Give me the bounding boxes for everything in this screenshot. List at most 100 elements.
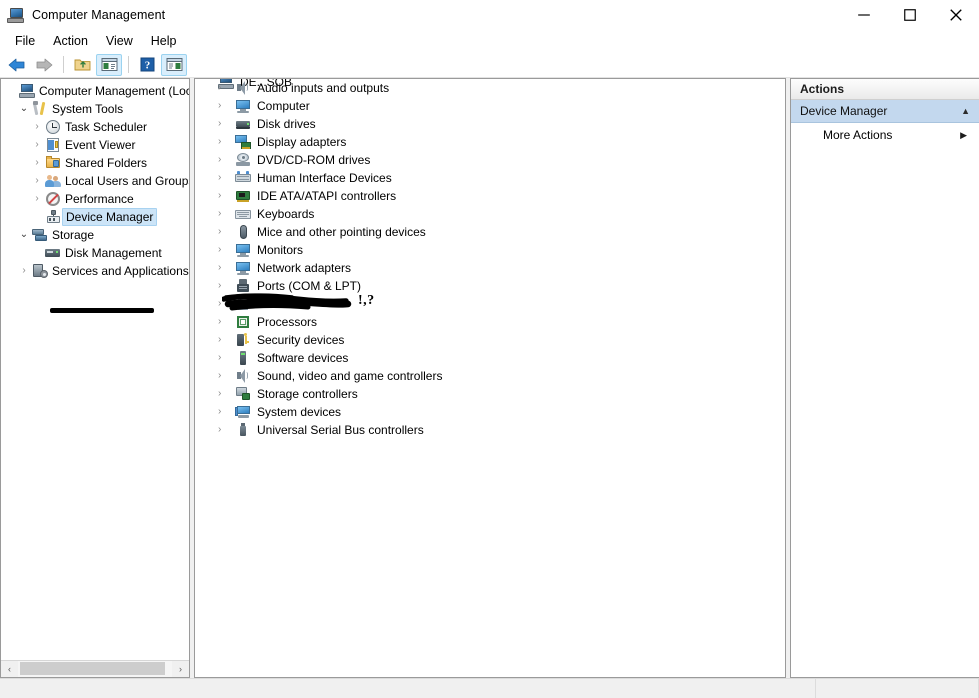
chevron-right-icon[interactable]: › xyxy=(218,83,235,93)
device-category-processors-label: Processors xyxy=(257,315,318,329)
device-category-universal-serial-bus-controllers[interactable]: › Universal Serial Bus controllers xyxy=(195,421,785,439)
device-category-mice-and-other-pointing-devices[interactable]: › Mice and other pointing devices xyxy=(195,223,785,241)
chevron-right-icon[interactable]: › xyxy=(218,245,235,255)
device-category-sound-video-and-game-controllers[interactable]: › Sound, video and game controllers xyxy=(195,367,785,385)
toolbar-separator xyxy=(63,56,64,73)
storage-controller-icon xyxy=(235,386,251,402)
sidebar-item-services-and-applications[interactable]: › Services and Applications xyxy=(1,262,189,280)
chevron-right-icon[interactable]: ▶ xyxy=(960,130,967,141)
help-button[interactable]: ? xyxy=(134,54,160,76)
device-category-system-devices[interactable]: › System devices xyxy=(195,403,785,421)
chevron-right-icon[interactable]: › xyxy=(218,101,235,111)
device-category-human-interface-devices[interactable]: › Human Interface Devices xyxy=(195,169,785,187)
device-category-storage-controllers[interactable]: › Storage controllers xyxy=(195,385,785,403)
chevron-right-icon[interactable]: › xyxy=(218,299,235,309)
chevron-right-icon[interactable]: › xyxy=(29,122,45,132)
sidebar-item-device-manager[interactable]: Device Manager xyxy=(1,208,189,226)
chevron-right-icon[interactable]: › xyxy=(218,335,235,345)
chevron-right-icon[interactable]: › xyxy=(218,173,235,183)
device-category-dvd-cd-rom-drives[interactable]: › DVD/CD-ROM drives xyxy=(195,151,785,169)
device-category-audio-inputs-and-outputs[interactable]: › Audio inputs and outputs xyxy=(195,79,785,97)
sidebar-item-system-tools[interactable]: ⌄ System Tools xyxy=(1,100,189,118)
console-tree-icon xyxy=(101,58,117,71)
back-button[interactable] xyxy=(4,54,30,76)
device-category-processors[interactable]: › Processors xyxy=(195,313,785,331)
chevron-right-icon[interactable]: › xyxy=(218,263,235,273)
monitor-icon xyxy=(235,260,251,276)
menu-help[interactable]: Help xyxy=(142,32,186,50)
chevron-right-icon[interactable]: › xyxy=(218,425,235,435)
chevron-right-icon[interactable]: › xyxy=(29,140,45,150)
sidebar-item-disk-management[interactable]: Disk Management xyxy=(1,244,189,262)
chevron-right-icon[interactable]: › xyxy=(218,191,235,201)
chevron-up-icon[interactable]: ▲ xyxy=(961,106,970,116)
sidebar-item-event-viewer-label: Event Viewer xyxy=(65,138,136,152)
action-more-actions-label: More Actions xyxy=(823,128,893,142)
sidebar-item-computer-management[interactable]: Computer Management (Local xyxy=(1,82,189,100)
chevron-right-icon[interactable]: › xyxy=(29,176,45,186)
device-category-list[interactable]: › Audio inputs and outputs › Computer › Disk … xyxy=(195,79,785,439)
toolbar: ? xyxy=(0,52,979,78)
action-more-actions[interactable]: More Actions ▶ xyxy=(791,123,979,147)
chevron-right-icon[interactable]: › xyxy=(218,281,235,291)
menu-view[interactable]: View xyxy=(97,32,142,50)
chevron-down-icon[interactable]: ⌄ xyxy=(16,230,32,240)
device-category-network-adapters[interactable]: › Network adapters xyxy=(195,259,785,277)
chevron-right-icon[interactable]: › xyxy=(218,227,235,237)
scroll-left-arrow[interactable]: ‹ xyxy=(1,661,18,677)
minimize-button[interactable] xyxy=(841,0,887,30)
chevron-right-icon[interactable]: › xyxy=(218,407,235,417)
forward-button[interactable] xyxy=(31,54,57,76)
maximize-button[interactable] xyxy=(887,0,933,30)
chevron-right-icon[interactable]: › xyxy=(218,371,235,381)
device-category-keyboards[interactable]: › Keyboards xyxy=(195,205,785,223)
sidebar-item-services-and-applications-label: Services and Applications xyxy=(52,264,189,278)
chevron-right-icon[interactable]: › xyxy=(218,317,235,327)
device-category-software-devices[interactable]: › Software devices xyxy=(195,349,785,367)
sidebar-item-storage[interactable]: ⌄ Storage xyxy=(1,226,189,244)
status-bar-right xyxy=(816,679,979,698)
menu-action[interactable]: Action xyxy=(44,32,97,50)
chevron-right-icon[interactable]: › xyxy=(29,158,45,168)
chevron-right-icon[interactable]: › xyxy=(218,119,235,129)
chevron-right-icon[interactable]: › xyxy=(218,209,235,219)
show-hide-console-tree-button[interactable] xyxy=(96,53,122,76)
sidebar-item-task-scheduler[interactable]: › Task Scheduler xyxy=(1,118,189,136)
controller-card-icon xyxy=(235,188,251,204)
sidebar-item-performance-label: Performance xyxy=(65,192,134,206)
device-category-ide-ata-atapi-controllers[interactable]: › IDE ATA/ATAPI controllers xyxy=(195,187,785,205)
device-category-security-devices[interactable]: › Security devices xyxy=(195,331,785,349)
device-category-redacted[interactable]: › Printers xyxy=(195,295,785,313)
up-one-level-button[interactable] xyxy=(69,54,95,76)
chevron-right-icon[interactable]: › xyxy=(218,353,235,363)
show-hide-action-pane-button[interactable] xyxy=(161,53,187,76)
device-category-storage-controllers-label: Storage controllers xyxy=(257,387,358,401)
chevron-right-icon[interactable]: › xyxy=(29,194,45,204)
redaction-mark-sidebar xyxy=(50,308,154,313)
sidebar-item-computer-management-label: Computer Management (Local xyxy=(39,84,189,98)
device-category-computer[interactable]: › Computer xyxy=(195,97,785,115)
sidebar-item-performance[interactable]: › Performance xyxy=(1,190,189,208)
scroll-thumb[interactable] xyxy=(20,662,165,675)
chevron-right-icon[interactable]: › xyxy=(218,155,235,165)
console-tree[interactable]: Computer Management (Local ⌄ System Tools ›… xyxy=(1,79,189,660)
chevron-down-icon[interactable]: ⌄ xyxy=(16,104,32,114)
device-category-monitors[interactable]: › Monitors xyxy=(195,241,785,259)
chevron-right-icon[interactable]: › xyxy=(16,266,32,276)
sidebar-item-shared-folders[interactable]: › Shared Folders xyxy=(1,154,189,172)
device-category-ports-com-and-lpt[interactable]: › Ports (COM & LPT) xyxy=(195,277,785,295)
device-category-display-adapters[interactable]: › Display adapters xyxy=(195,133,785,151)
device-category-disk-drives[interactable]: › Disk drives xyxy=(195,115,785,133)
sidebar-item-local-users-and-groups[interactable]: › Local Users and Groups xyxy=(1,172,189,190)
computer-icon xyxy=(19,83,35,99)
scroll-track[interactable] xyxy=(18,661,172,677)
device-category-display-adapters-label: Display adapters xyxy=(257,135,347,149)
scroll-right-arrow[interactable]: › xyxy=(172,661,189,677)
chevron-right-icon[interactable]: › xyxy=(218,137,235,147)
chevron-right-icon[interactable]: › xyxy=(218,389,235,399)
console-tree-hscrollbar[interactable]: ‹ › xyxy=(1,660,189,677)
actions-group-device-manager[interactable]: Device Manager ▲ xyxy=(791,100,979,123)
sidebar-item-event-viewer[interactable]: › Event Viewer xyxy=(1,136,189,154)
menu-file[interactable]: File xyxy=(6,32,44,50)
close-button[interactable] xyxy=(933,0,979,30)
